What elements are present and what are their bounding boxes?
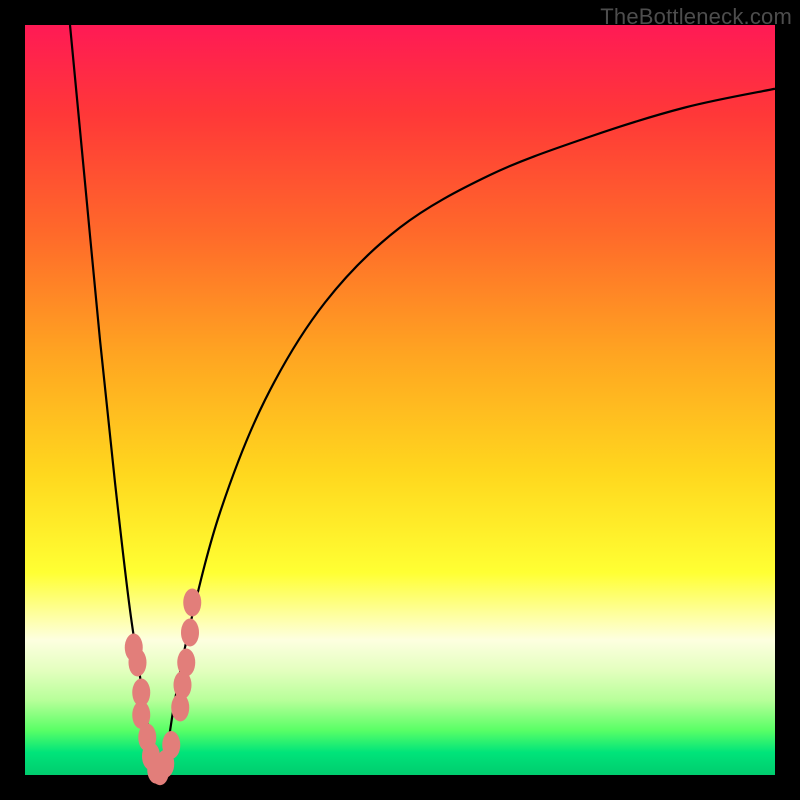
chart-svg	[25, 25, 775, 775]
chart-frame: TheBottleneck.com	[0, 0, 800, 800]
data-marker	[181, 619, 199, 647]
marker-cluster	[125, 589, 202, 786]
data-marker	[162, 731, 180, 759]
attribution-watermark: TheBottleneck.com	[600, 4, 792, 30]
data-marker	[183, 589, 201, 617]
data-marker	[177, 649, 195, 677]
right-branch-curve	[159, 89, 776, 775]
curve-layer	[70, 25, 775, 775]
data-marker	[129, 649, 147, 677]
